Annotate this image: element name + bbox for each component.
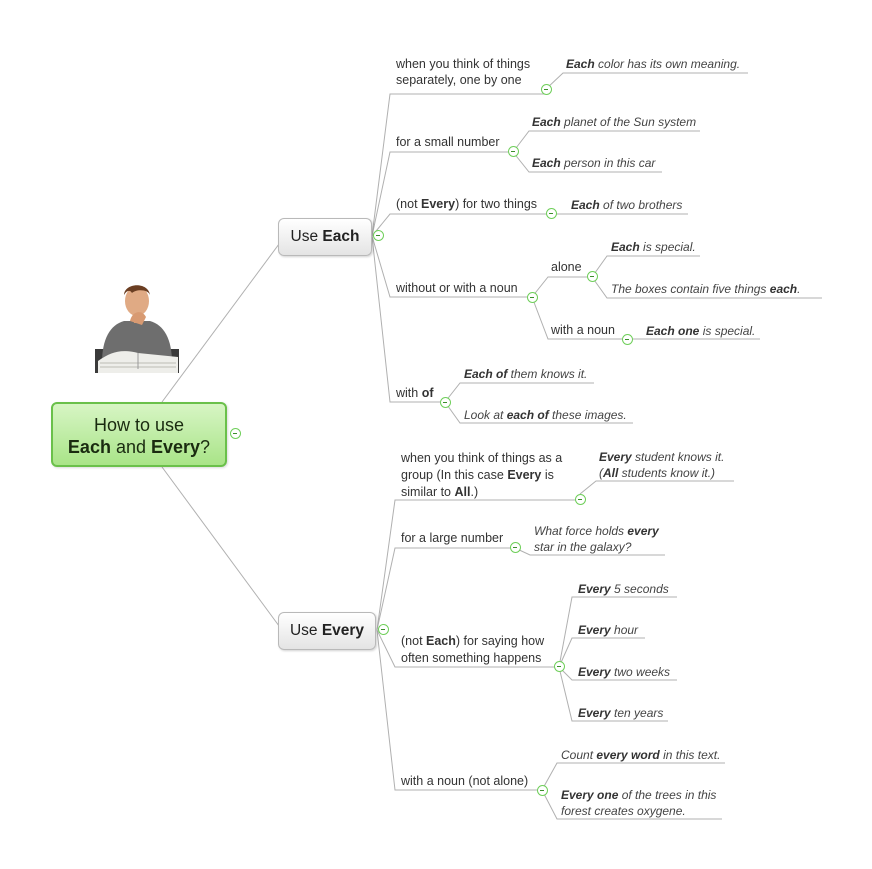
topic-each-small-number[interactable]: for a small number	[396, 134, 500, 150]
connector-each-t5	[371, 235, 445, 403]
topic-each-two-things[interactable]: (not Every) for two things	[396, 196, 537, 212]
example: Look at each of these images.	[464, 408, 627, 422]
collapse-toggle[interactable]	[622, 334, 633, 345]
topic-each-noun[interactable]: without or with a noun	[396, 280, 518, 296]
connector-ex	[444, 382, 594, 403]
example: What force holds every star in the galax…	[534, 524, 659, 554]
example: Each of two brothers	[571, 198, 683, 212]
collapse-toggle[interactable]	[546, 208, 557, 219]
root-node[interactable]: How to use Each and Every?	[51, 402, 227, 467]
connector-each-t3	[371, 213, 551, 237]
collapse-toggle[interactable]	[541, 84, 552, 95]
student-reading-illustration	[95, 285, 179, 373]
example: Every hour	[578, 623, 639, 637]
example: Every student knows it. (All students kn…	[599, 450, 725, 480]
example: Count every word in this text.	[561, 748, 721, 762]
connector-every-t2	[376, 547, 515, 631]
branch-use-each[interactable]: Use Each	[278, 218, 372, 256]
topic-every-with-noun[interactable]: with a noun (not alone)	[401, 773, 528, 789]
connector-ex	[591, 255, 700, 278]
example: Every ten years	[578, 706, 664, 720]
example: Each one is special.	[646, 324, 756, 338]
collapse-toggle[interactable]	[537, 785, 548, 796]
connector-ex	[545, 72, 748, 90]
topic-every-group[interactable]: when you think of things as a group (In …	[401, 450, 562, 501]
topic-each-separately[interactable]: when you think of things separately, one…	[396, 56, 530, 88]
example: Every 5 seconds	[578, 582, 669, 596]
example: Each person in this car	[532, 156, 656, 170]
example: Each of them knows it.	[464, 367, 588, 381]
root-title-line1: How to use	[93, 415, 185, 435]
example: Each is special.	[611, 240, 696, 254]
connector-each-t1	[371, 93, 546, 237]
collapse-toggle-every[interactable]	[378, 624, 389, 635]
collapse-toggle[interactable]	[587, 271, 598, 282]
root-title-line2: Each and Every?	[67, 437, 211, 457]
example: Every two weeks	[578, 665, 671, 679]
collapse-toggle[interactable]	[510, 542, 521, 553]
connector-each-t2	[371, 151, 513, 237]
example: The boxes contain five things each.	[611, 282, 801, 296]
collapse-toggle[interactable]	[508, 146, 519, 157]
connector-sub	[531, 276, 592, 298]
subtopic-with-noun[interactable]: with a noun	[551, 322, 615, 338]
connector-ex	[579, 480, 734, 495]
collapse-toggle[interactable]	[554, 661, 565, 672]
connector-ex	[541, 762, 725, 791]
subtopic-alone[interactable]: alone	[551, 259, 582, 275]
example: Each planet of the Sun system	[532, 115, 697, 129]
collapse-toggle[interactable]	[575, 494, 586, 505]
connector-root-every	[161, 466, 283, 631]
topic-every-large-number[interactable]: for a large number	[401, 530, 503, 546]
example: Each color has its own meaning.	[566, 57, 741, 71]
connector-ex	[512, 130, 700, 153]
connector-ex	[558, 637, 645, 668]
collapse-toggle[interactable]	[527, 292, 538, 303]
topic-every-how-often[interactable]: (not Each) for saying how often somethin…	[401, 633, 544, 667]
topic-each-with-of[interactable]: with of	[396, 385, 434, 401]
example: Every one of the trees in this forest cr…	[561, 788, 717, 818]
collapse-toggle[interactable]	[440, 397, 451, 408]
branch-use-every[interactable]: Use Every	[278, 612, 376, 650]
collapse-toggle-root[interactable]	[230, 428, 241, 439]
connector-every-t1	[376, 499, 580, 631]
collapse-toggle-each[interactable]	[373, 230, 384, 241]
